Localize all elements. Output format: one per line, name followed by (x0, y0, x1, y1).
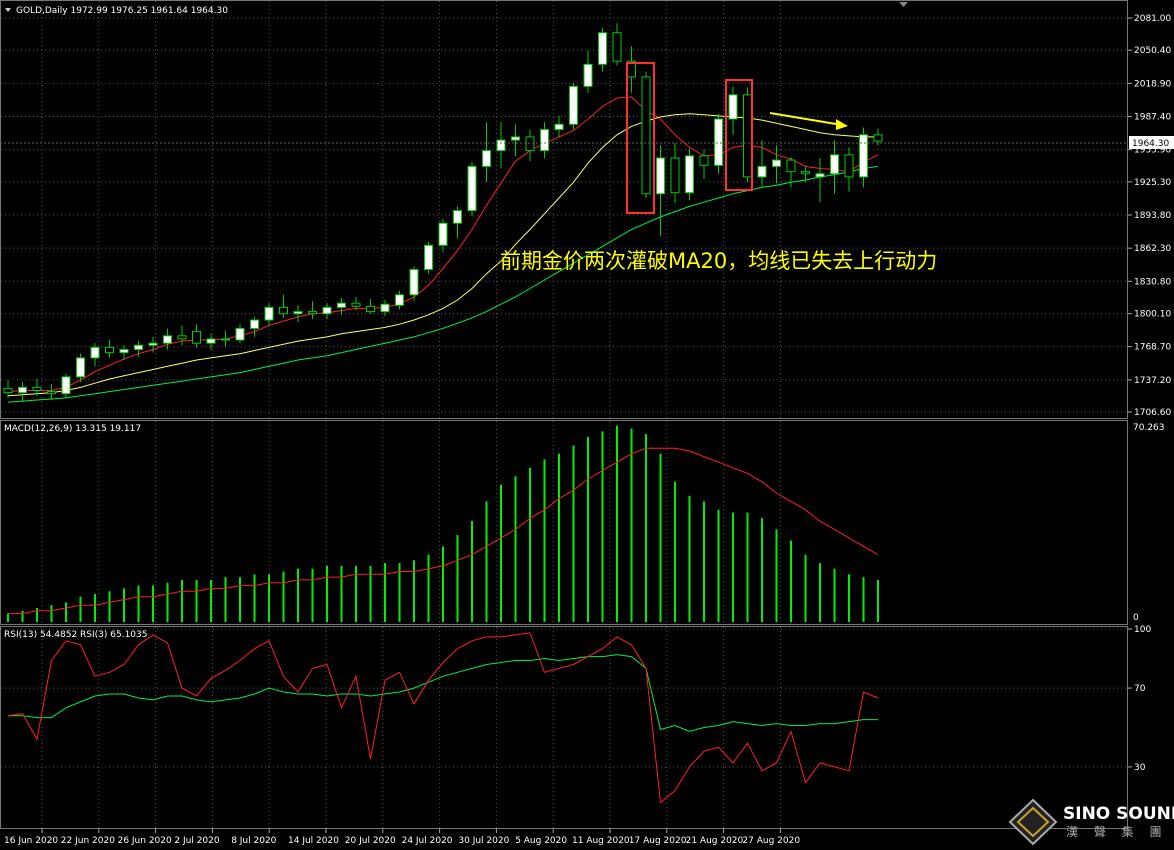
candle (815, 157, 825, 203)
candle (47, 384, 56, 401)
candle (496, 122, 506, 169)
main-panel-label: GOLD,Daily 1972.99 1976.25 1961.64 1964.… (16, 6, 228, 16)
candle (409, 266, 419, 302)
time-tick-label: 30 Jul 2020 (458, 836, 509, 846)
candle (279, 294, 288, 318)
price-tick-label: 1893.80 (1134, 211, 1171, 221)
candle (728, 86, 738, 135)
candle (714, 113, 723, 174)
candle (482, 122, 491, 183)
rsi-tick-label: 100 (1134, 625, 1151, 635)
candle (105, 340, 114, 358)
time-tick-label: 20 Jul 2020 (345, 836, 396, 846)
candle (656, 145, 665, 236)
time-tick-label: 21 Aug 2020 (686, 836, 744, 846)
candle (525, 129, 535, 162)
candle (511, 124, 520, 156)
brand-name: SINO SOUND (1063, 804, 1174, 824)
price-tick-label: 1706.60 (1134, 408, 1171, 418)
candle (685, 148, 694, 201)
time-axis: 16 Jun 2020 22 Jun 2020 26 Jun 2020 2 Jul 2… (4, 829, 800, 846)
candle (830, 140, 839, 194)
brand-subtitle: 漢 聲 集 團 (1066, 824, 1167, 839)
price-tick-label: 1830.80 (1134, 277, 1171, 287)
current-price-label: 1964.30 (1132, 139, 1169, 149)
price-tick-label: 2018.90 (1134, 79, 1171, 89)
candle (235, 324, 245, 344)
current-price-marker: 1964.30 (0, 136, 1174, 149)
time-tick-label: 16 Jun 2020 (4, 836, 58, 846)
candle (641, 71, 651, 198)
price-tick-label: 1800.10 (1134, 310, 1171, 320)
price-axis: 2081.002050.402018.901987.401955.901925.… (1128, 14, 1171, 418)
price-tick-label: 1862.30 (1134, 244, 1171, 254)
candle (177, 325, 187, 346)
price-tick-label: 2050.40 (1134, 46, 1171, 56)
candle (308, 301, 317, 319)
trading-chart[interactable]: 前期金价两次灌破MA20，均线已失去上行动力 GOLD,Daily 1972.9… (0, 0, 1174, 850)
candle (627, 46, 636, 93)
rsi3-line (7, 632, 879, 804)
price-tick-label: 1737.20 (1134, 376, 1171, 386)
candle (670, 143, 680, 204)
candle (293, 305, 303, 323)
rsi13-line (8, 654, 878, 732)
candle (583, 50, 593, 93)
candle (598, 27, 607, 72)
candle (612, 23, 622, 66)
time-tick-label: 27 Aug 2020 (742, 836, 800, 846)
candle (163, 328, 172, 350)
macd-top-tick: 70.263 (1133, 423, 1165, 433)
rsi-tick-label: 70 (1134, 684, 1146, 694)
candle (192, 324, 201, 348)
candle (438, 218, 448, 253)
candle (424, 242, 433, 274)
candle (554, 115, 564, 137)
candle (322, 303, 332, 319)
candle (772, 145, 781, 184)
brand-logo: SINO SOUND 漢 聲 集 團 (1008, 798, 1174, 846)
panel-grids (1, 1, 1127, 828)
collapse-arrow-icon[interactable] (5, 8, 11, 12)
trend-arrow (769, 112, 848, 130)
candle (250, 316, 259, 337)
price-tick-label: 1987.40 (1134, 113, 1171, 123)
time-tick-label: 2 Jul 2020 (174, 836, 219, 846)
candle (467, 162, 477, 216)
rsi-panel-label: RSI(13) 54.4852 RSI(3) 65.1035 (4, 630, 147, 640)
candle (844, 147, 854, 192)
candle (337, 297, 346, 315)
candle (540, 122, 549, 158)
rsi-axis: 100 70 30 (1128, 625, 1151, 773)
candle (743, 87, 752, 183)
candle (61, 373, 71, 398)
candle (395, 290, 404, 310)
candle (264, 303, 274, 327)
ma-slow-line (7, 165, 879, 403)
time-tick-label: 5 Aug 2020 (515, 836, 567, 846)
candle (380, 300, 390, 316)
annotation-text: 前期金价两次灌破MA20，均线已失去上行动力 (500, 249, 937, 273)
panel-borders (0, 0, 1128, 829)
macd-bottom-tick: 0 (1133, 613, 1139, 623)
time-tick-label: 14 Jul 2020 (288, 836, 339, 846)
candle (859, 127, 868, 188)
candle (366, 298, 375, 314)
price-tick-label: 1768.70 (1134, 343, 1171, 353)
time-tick-label: 17 Aug 2020 (629, 836, 687, 846)
time-tick-label: 22 Jun 2020 (61, 836, 115, 846)
candle (18, 382, 27, 403)
time-tick-label: 11 Aug 2020 (572, 836, 630, 846)
rsi-tick-label: 30 (1134, 763, 1146, 773)
time-tick-label: 26 Jun 2020 (118, 836, 172, 846)
macd-histogram (7, 425, 879, 622)
price-tick-label: 2081.00 (1134, 14, 1171, 24)
candle (569, 83, 578, 130)
price-tick-label: 1925.30 (1134, 178, 1171, 188)
chart-shift-icon[interactable] (899, 2, 908, 7)
time-tick-label: 24 Jul 2020 (402, 836, 453, 846)
time-tick-label: 8 Jul 2020 (231, 836, 276, 846)
candle (453, 206, 462, 238)
macd-panel-label: MACD(12,26,9) 13.315 19.117 (4, 424, 141, 434)
